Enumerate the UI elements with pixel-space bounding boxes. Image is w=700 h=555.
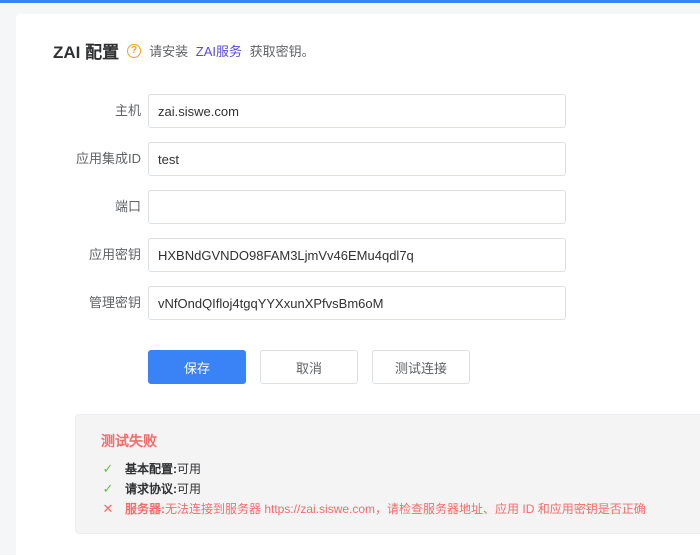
check-name: 请求协议: [125, 482, 177, 496]
port-label: 端口 [114, 199, 141, 214]
app-id-input[interactable] [148, 142, 566, 176]
config-header: ZAI 配置 ? 请安装 ZAI服务 获取密钥。 [53, 38, 315, 63]
page-title: ZAI 配置 [53, 43, 120, 62]
cancel-button[interactable]: 取消 [260, 350, 358, 384]
config-card: ZAI 配置 ? 请安装 ZAI服务 获取密钥。 主机 应用集成ID 端口 应用… [16, 14, 700, 555]
check-item-protocol: ✓ 请求协议: 可用 [101, 480, 201, 497]
result-title: 测试失败 [101, 433, 157, 449]
app-key-label: 应用密钥 [88, 247, 141, 262]
test-connection-button[interactable]: 测试连接 [372, 350, 470, 384]
check-icon: ✓ [102, 460, 114, 476]
zai-service-link[interactable]: ZAI服务 [196, 44, 242, 59]
save-button[interactable]: 保存 [148, 350, 246, 384]
check-item-basic: ✓ 基本配置: 可用 [101, 460, 201, 477]
hint-suffix: 获取密钥。 [249, 44, 315, 59]
hint-prefix: 请安装 [149, 44, 189, 59]
check-item-server: ✕ 服务器: 无法连接到服务器 https://zai.siswe.com，请检… [101, 500, 646, 517]
host-input[interactable] [148, 94, 566, 128]
admin-key-label: 管理密钥 [88, 295, 141, 310]
check-value: 无法连接到服务器 https://zai.siswe.com，请检查服务器地址、… [165, 502, 646, 516]
check-value: 可用 [177, 482, 202, 496]
app-id-label: 应用集成ID [75, 151, 141, 166]
install-hint: 请安装 ZAI服务 获取密钥。 [149, 41, 315, 60]
close-icon: ✕ [102, 500, 114, 516]
check-icon: ✓ [102, 480, 114, 496]
check-name: 服务器: [125, 502, 165, 516]
port-input[interactable] [148, 190, 566, 224]
check-value: 可用 [177, 462, 202, 476]
top-accent-bar [0, 0, 700, 3]
check-name: 基本配置: [125, 462, 177, 476]
help-circle-icon[interactable]: ? [127, 43, 142, 58]
test-result-panel: 测试失败 ✓ 基本配置: 可用 ✓ 请求协议: 可用 ✕ 服务器: 无法连接到服… [75, 414, 700, 534]
admin-key-input[interactable] [148, 286, 566, 320]
app-key-input[interactable] [148, 238, 566, 272]
host-label: 主机 [114, 103, 141, 118]
